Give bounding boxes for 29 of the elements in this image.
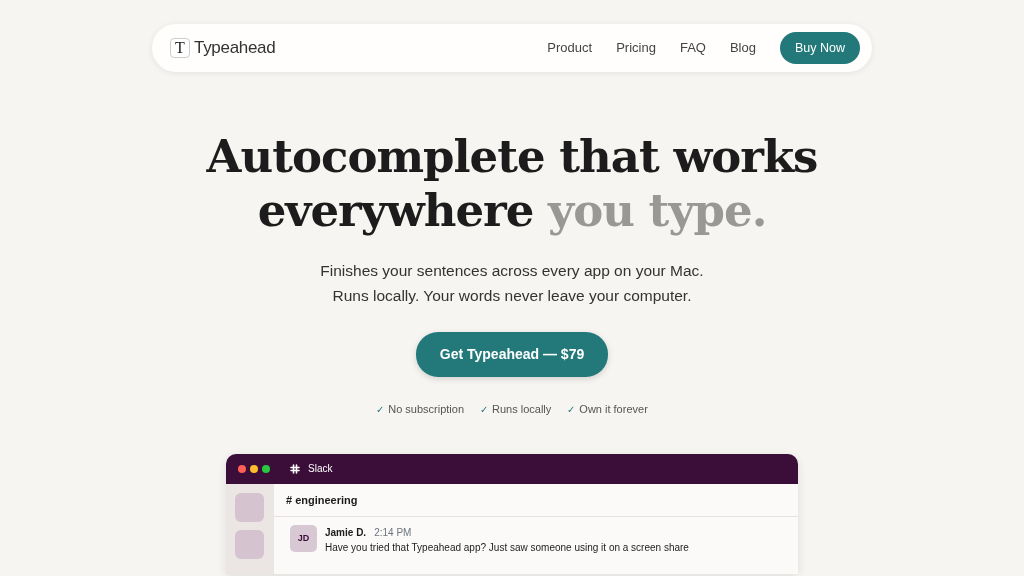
perk-label: No subscription [388, 402, 464, 417]
nav-link[interactable]: FAQ [679, 38, 706, 58]
check-icon: ✓ [480, 401, 488, 417]
nav-link[interactable]: Blog [729, 38, 756, 58]
check-icon: ✓ [376, 401, 385, 417]
headline-text: everywhere [257, 184, 534, 237]
perk-label: Runs locally [492, 402, 552, 417]
logo-icon: T [170, 38, 190, 58]
headline-text: Autocomplete that works [206, 130, 818, 183]
buy-button[interactable]: Buy Now [779, 31, 860, 65]
headline-text: you type. [548, 184, 767, 237]
maximize-icon[interactable] [262, 464, 270, 473]
message-text: Have you tried that Typeahead app? Just saw someone using it on a screen share [325, 541, 689, 555]
channel-name: # engineering [274, 483, 798, 517]
subtitle-text: Runs locally. Your words never leave your computer. [332, 287, 692, 304]
author-name: Jamie D. [325, 526, 367, 540]
app-title: Slack [308, 462, 333, 476]
close-icon[interactable] [238, 464, 246, 473]
cta-button[interactable]: Get Typeahead — $79 [415, 332, 609, 377]
perk-label: Own it forever [579, 402, 648, 417]
nav-link[interactable]: Product [547, 38, 593, 58]
hash-icon [290, 463, 300, 474]
nav-link[interactable]: Pricing [616, 38, 656, 58]
brand-name[interactable]: Typeahead [194, 35, 276, 61]
minimize-icon[interactable] [250, 464, 258, 473]
avatar: JD [290, 525, 317, 552]
check-icon: ✓ [567, 401, 576, 417]
message-time: 2:14 PM [374, 526, 412, 540]
subtitle-text: Finishes your sentences across every app on your Mac. [320, 262, 704, 279]
